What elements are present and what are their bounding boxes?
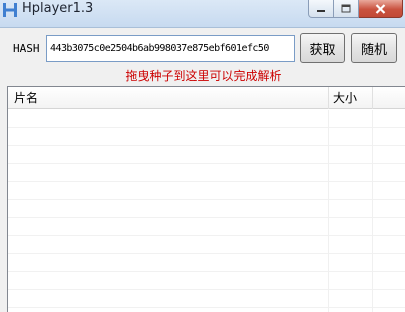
column-divider — [328, 87, 329, 109]
hash-input[interactable]: 443b3075c0e2504b6ab998037e875ebf601efc50 — [46, 35, 295, 62]
maximize-icon — [341, 4, 351, 13]
column-divider — [372, 87, 373, 109]
window-client-area: HASH 443b3075c0e2504b6ab998037e875ebf601… — [0, 28, 405, 312]
fetch-button[interactable]: 获取 — [300, 33, 345, 63]
close-icon — [375, 3, 386, 14]
hplayer-app-icon — [3, 3, 17, 17]
column-gridline — [372, 110, 373, 312]
title-bar[interactable]: Hplayer1.3 — [0, 0, 405, 28]
window-controls — [308, 0, 403, 18]
minimize-button[interactable] — [308, 0, 334, 18]
column-header-size[interactable]: 大小 — [333, 87, 357, 109]
hash-label: HASH — [13, 42, 40, 55]
maximize-button[interactable] — [334, 0, 359, 18]
list-header: 片名 大小 — [8, 87, 405, 109]
minimize-icon — [317, 9, 325, 12]
file-list[interactable]: 片名 大小 — [7, 86, 405, 312]
column-header-name[interactable]: 片名 — [14, 87, 38, 109]
window-title: Hplayer1.3 — [22, 1, 94, 16]
column-gridline — [328, 110, 329, 312]
random-button[interactable]: 随机 — [351, 33, 397, 63]
list-body[interactable] — [8, 110, 405, 312]
drag-drop-hint: 拖曳种子到这里可以完成解析 — [125, 69, 282, 83]
close-button[interactable] — [359, 0, 403, 18]
